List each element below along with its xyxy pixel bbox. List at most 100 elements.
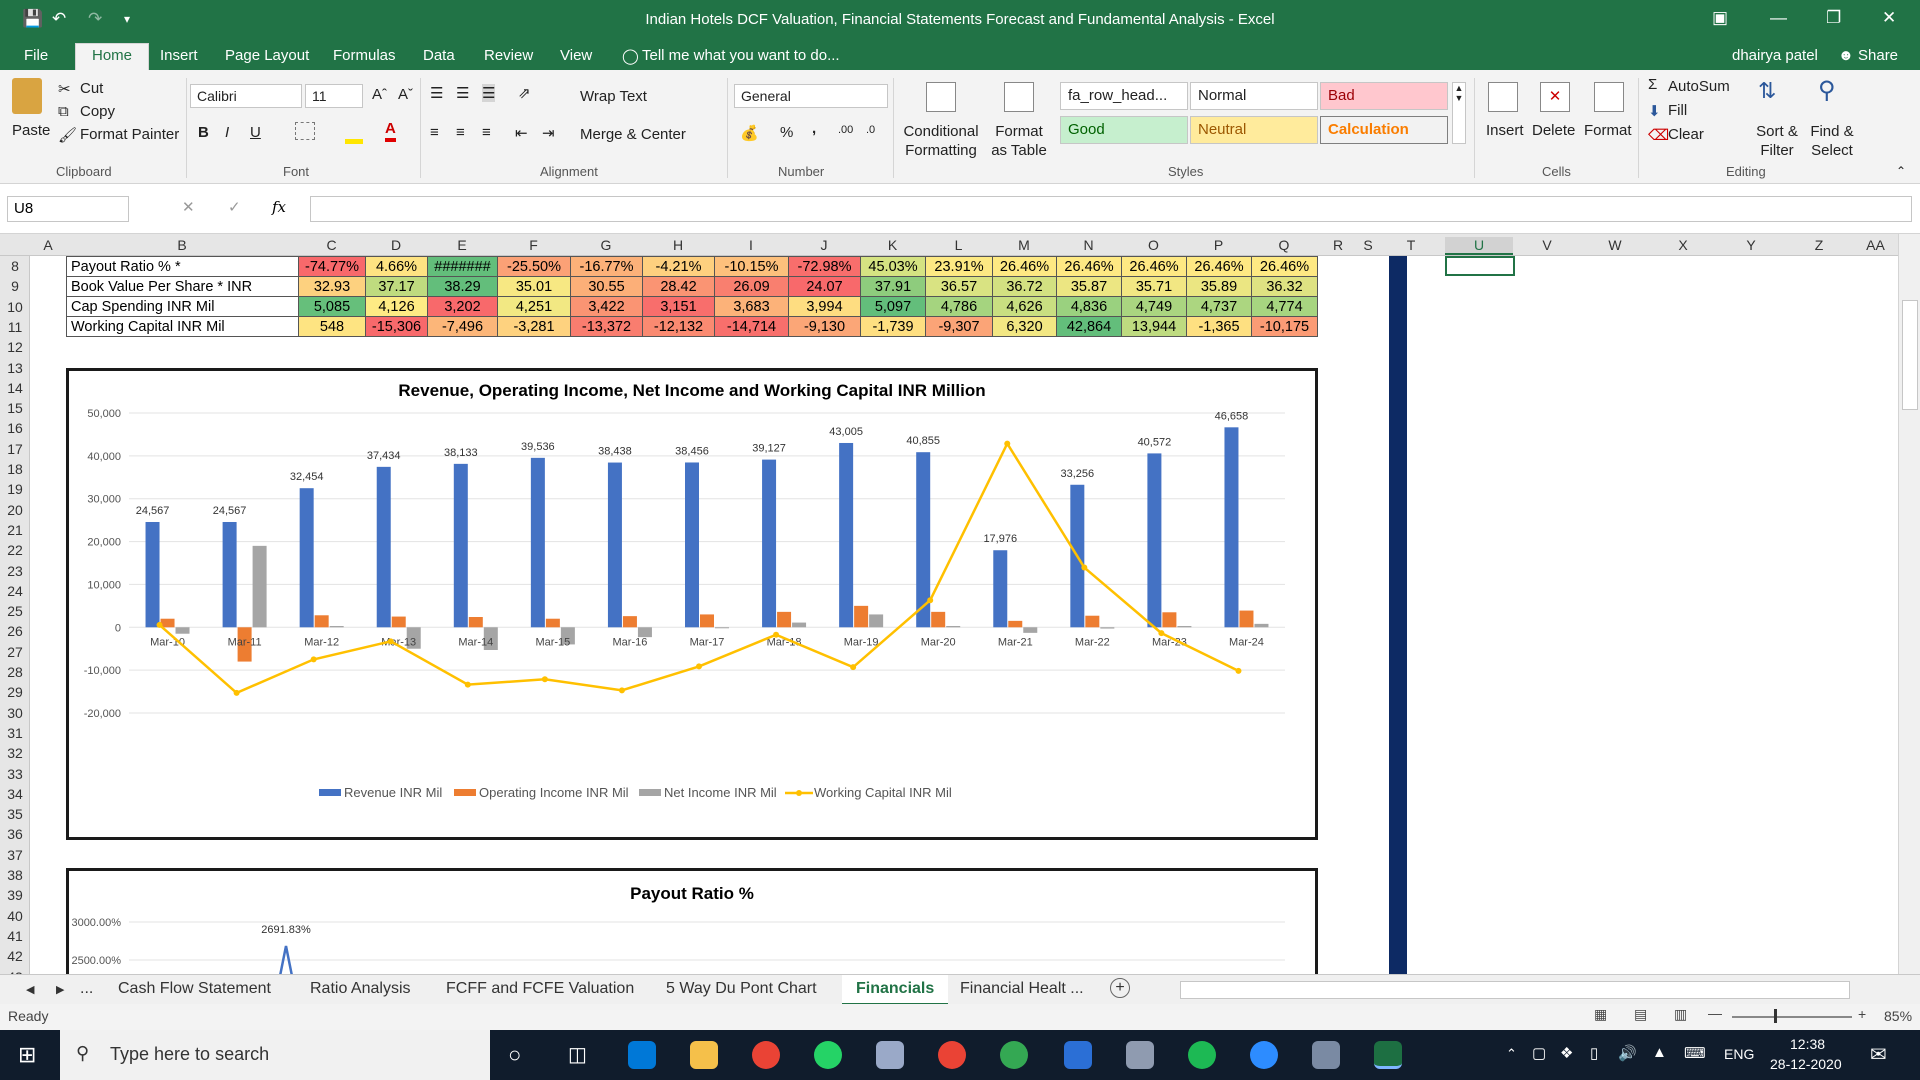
point-working-capital[interactable] (156, 621, 163, 628)
row-header[interactable]: 36 (0, 826, 30, 842)
calculator-icon[interactable] (1064, 1041, 1092, 1069)
row-header[interactable]: 40 (0, 908, 30, 924)
col-header[interactable]: J (788, 237, 860, 253)
comma-style-button[interactable]: , (812, 120, 816, 137)
table-cell[interactable]: -74.77% (298, 256, 366, 277)
enter-icon[interactable]: ✓ (228, 198, 241, 216)
windows-start-icon[interactable]: ⊞ (18, 1042, 36, 1068)
table-cell[interactable]: -13,372 (570, 316, 643, 337)
col-header[interactable]: Y (1717, 237, 1785, 253)
table-cell[interactable]: -1,365 (1186, 316, 1252, 337)
grow-font-icon[interactable]: Aˆ (372, 86, 387, 103)
increase-indent-icon[interactable]: ⇥ (542, 124, 555, 142)
delete-cells-icon[interactable]: ✕ (1540, 82, 1570, 112)
table-cell[interactable]: 26.46% (1251, 256, 1318, 277)
paste-button[interactable]: Paste (12, 122, 50, 139)
scroll-thumb[interactable] (1902, 300, 1918, 410)
table-cell[interactable]: 26.46% (992, 256, 1057, 277)
sheet-tab-du-pont[interactable]: 5 Way Du Pont Chart (666, 980, 817, 998)
col-header[interactable]: S (1359, 237, 1377, 253)
row-header[interactable]: 30 (0, 705, 30, 721)
row-label[interactable]: Book Value Per Share * INR (66, 276, 299, 297)
chrome-icon[interactable] (752, 1041, 780, 1069)
table-cell[interactable]: 4,774 (1251, 296, 1318, 317)
file-explorer-icon[interactable] (690, 1041, 718, 1069)
table-cell[interactable]: -10.15% (714, 256, 789, 277)
row-header[interactable]: 12 (0, 339, 30, 355)
table-cell[interactable]: 45.03% (860, 256, 926, 277)
row-header[interactable]: 29 (0, 684, 30, 700)
point-working-capital[interactable] (1004, 440, 1011, 447)
row-header[interactable]: 22 (0, 542, 30, 558)
bar-operating-income-inr-mil[interactable] (468, 617, 483, 628)
table-cell[interactable]: 37.91 (860, 276, 926, 297)
tab-view[interactable]: View (560, 47, 592, 64)
bar-revenue-inr-mil[interactable] (839, 442, 854, 628)
table-cell[interactable]: -15,306 (365, 316, 428, 337)
table-cell[interactable]: 4,626 (992, 296, 1057, 317)
col-header[interactable]: U (1445, 237, 1513, 255)
point-working-capital[interactable] (1235, 667, 1242, 674)
bar-revenue-inr-mil[interactable] (222, 521, 237, 628)
insert-function-button[interactable]: fx (272, 198, 286, 216)
task-view-icon[interactable]: ◫ (568, 1042, 587, 1067)
chrome-profile-icon[interactable] (938, 1041, 966, 1069)
bar-operating-income-inr-mil[interactable] (1162, 612, 1177, 628)
table-cell[interactable]: -14,714 (714, 316, 789, 337)
style-calculation[interactable]: Calculation (1320, 116, 1448, 144)
col-header[interactable]: W (1581, 237, 1649, 253)
bar-revenue-inr-mil[interactable] (453, 463, 468, 628)
row-header[interactable]: 16 (0, 420, 30, 436)
sheet-tab-fcff-fcfe[interactable]: FCFF and FCFE Valuation (446, 980, 634, 998)
table-cell[interactable]: 26.46% (1186, 256, 1252, 277)
more-sheets-button[interactable]: ... (80, 980, 93, 998)
bar-operating-income-inr-mil[interactable] (545, 618, 560, 628)
insert-cells-button[interactable]: Insert (1486, 122, 1524, 139)
col-header[interactable]: X (1649, 237, 1717, 253)
zoom-level[interactable]: 85% (1884, 1008, 1912, 1024)
shrink-font-icon[interactable]: Aˇ (398, 86, 413, 103)
clock-time[interactable]: 12:38 (1790, 1036, 1825, 1052)
bar-net-income-inr-mil[interactable] (869, 614, 884, 628)
row-header[interactable]: 38 (0, 867, 30, 883)
clock-date[interactable]: 28-12-2020 (1770, 1056, 1842, 1072)
notification-icon[interactable]: ✉ (1870, 1042, 1887, 1067)
restore-icon[interactable]: ❐ (1826, 8, 1841, 28)
table-cell[interactable]: 4,786 (925, 296, 993, 317)
row-header[interactable]: 27 (0, 644, 30, 660)
table-cell[interactable]: 42,864 (1056, 316, 1122, 337)
vertical-scrollbar[interactable] (1898, 234, 1920, 974)
tray-chevron-icon[interactable]: ⌃ (1506, 1046, 1517, 1062)
table-cell[interactable]: 4,126 (365, 296, 428, 317)
zoom-app-icon[interactable] (1250, 1041, 1278, 1069)
table-cell[interactable]: 3,422 (570, 296, 643, 317)
close-icon[interactable]: ✕ (1882, 8, 1896, 28)
app-icon[interactable] (876, 1041, 904, 1069)
row-header[interactable]: 25 (0, 603, 30, 619)
borders-icon[interactable] (295, 122, 315, 140)
paste-icon[interactable] (12, 78, 42, 114)
col-header[interactable]: A (30, 237, 66, 253)
mail-icon[interactable] (628, 1041, 656, 1069)
row-header[interactable]: 23 (0, 563, 30, 579)
decrease-decimal-icon[interactable]: .0 (866, 124, 875, 136)
table-cell[interactable]: 38.29 (427, 276, 498, 297)
format-as-table-button[interactable]: Format as Table (986, 122, 1052, 160)
table-cell[interactable]: 4,251 (497, 296, 571, 317)
sheet-tab-ratio-analysis[interactable]: Ratio Analysis (310, 980, 411, 998)
row-header[interactable]: 24 (0, 583, 30, 599)
row-header[interactable]: 14 (0, 380, 30, 396)
merge-center-button[interactable]: Merge & Center (580, 126, 686, 143)
cortana-icon[interactable]: ○ (508, 1042, 521, 1068)
table-cell[interactable]: 23.91% (925, 256, 993, 277)
bar-operating-income-inr-mil[interactable] (1085, 615, 1100, 628)
row-header[interactable]: 17 (0, 441, 30, 457)
accounting-format-icon[interactable]: 💰 (740, 124, 759, 142)
orientation-icon[interactable]: ⇗ (518, 84, 531, 102)
col-header[interactable]: L (925, 237, 992, 253)
row-header[interactable]: 10 (0, 299, 30, 315)
language-indicator[interactable]: ENG (1724, 1046, 1754, 1062)
font-size-select[interactable]: 11 (305, 84, 363, 108)
align-bottom-icon[interactable]: ☰ (482, 84, 496, 102)
row-header[interactable]: 13 (0, 360, 30, 376)
